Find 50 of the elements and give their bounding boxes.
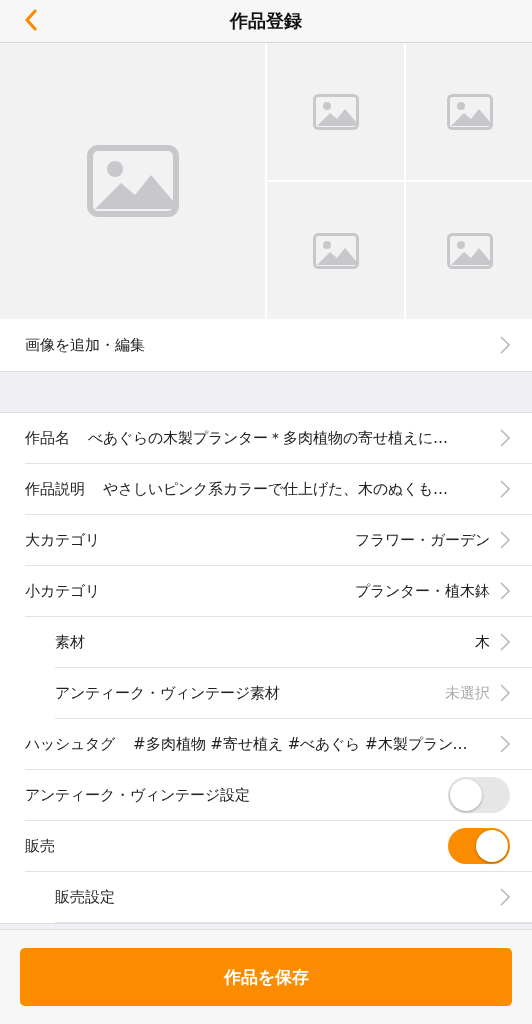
list-row[interactable]: ハッシュタグ #多肉植物 #寄せ植え #べあぐら #木製プラン… bbox=[25, 719, 532, 770]
row-label: 販売 bbox=[25, 836, 55, 856]
chevron-right-icon bbox=[500, 480, 510, 498]
chevron-right-icon bbox=[500, 735, 510, 753]
list-row[interactable]: アンティーク・ヴィンテージ素材 未選択 bbox=[55, 668, 532, 719]
image-slot[interactable] bbox=[406, 182, 532, 319]
list-row[interactable]: 画像を追加・編集 bbox=[0, 319, 532, 372]
list-row[interactable]: 素材 木 bbox=[55, 617, 532, 668]
row-value: やさしいピンク系カラーで仕上げた、木のぬくも… bbox=[103, 479, 449, 499]
image-placeholder-icon bbox=[447, 93, 493, 130]
row-label: 作品名 bbox=[25, 428, 70, 448]
row-value: #多肉植物 #寄せ植え #べあぐら #木製プラン… bbox=[133, 734, 469, 754]
row-label: アンティーク・ヴィンテージ素材 bbox=[55, 683, 280, 703]
row-value: フラワー・ガーデン bbox=[354, 530, 490, 550]
list-row[interactable]: 作品名 べあぐらの木製プランター＊多肉植物の寄せ植えに… bbox=[25, 413, 532, 464]
chevron-left-icon bbox=[24, 8, 38, 32]
image-placeholder-icon bbox=[86, 145, 179, 217]
image-placeholder-icon bbox=[447, 232, 493, 269]
image-slot[interactable] bbox=[267, 182, 404, 319]
chevron-right-icon bbox=[500, 429, 510, 447]
screen-title: 作品登録 bbox=[230, 9, 302, 33]
image-slot[interactable] bbox=[406, 43, 532, 180]
chevron-right-icon bbox=[500, 633, 510, 651]
row-label: 作品説明 bbox=[25, 479, 85, 499]
row-value: 木 bbox=[474, 632, 490, 652]
list-row[interactable]: 小カテゴリ プランター・植木鉢 bbox=[25, 566, 532, 617]
chevron-right-icon bbox=[500, 531, 510, 549]
chevron-right-icon bbox=[500, 582, 510, 600]
list-row[interactable]: 作品説明 やさしいピンク系カラーで仕上げた、木のぬくも… bbox=[25, 464, 532, 515]
row-label: 大カテゴリ bbox=[25, 530, 100, 550]
row-label: 素材 bbox=[55, 632, 85, 652]
row-label: 画像を追加・編集 bbox=[25, 335, 145, 355]
toggle-switch[interactable] bbox=[448, 828, 510, 864]
row-label: 小カテゴリ bbox=[25, 581, 100, 601]
list-row[interactable]: 販売設定 bbox=[55, 872, 532, 923]
row-value: 未選択 bbox=[444, 683, 490, 703]
row-value: べあぐらの木製プランター＊多肉植物の寄せ植えに… bbox=[88, 428, 449, 448]
row-label: アンティーク・ヴィンテージ設定 bbox=[25, 785, 250, 805]
chevron-right-icon bbox=[500, 684, 510, 702]
image-placeholder-icon bbox=[312, 232, 359, 269]
row-value: プランター・植木鉢 bbox=[354, 581, 490, 601]
image-slot[interactable] bbox=[0, 43, 265, 319]
image-placeholder-icon bbox=[312, 93, 359, 130]
row-label: ハッシュタグ bbox=[25, 734, 115, 754]
chevron-right-icon bbox=[500, 336, 510, 354]
list-row[interactable]: 大カテゴリ フラワー・ガーデン bbox=[25, 515, 532, 566]
image-slot[interactable] bbox=[267, 43, 404, 180]
chevron-right-icon bbox=[500, 888, 510, 906]
toggle-switch[interactable] bbox=[448, 777, 510, 813]
row-label: 販売設定 bbox=[55, 887, 115, 907]
